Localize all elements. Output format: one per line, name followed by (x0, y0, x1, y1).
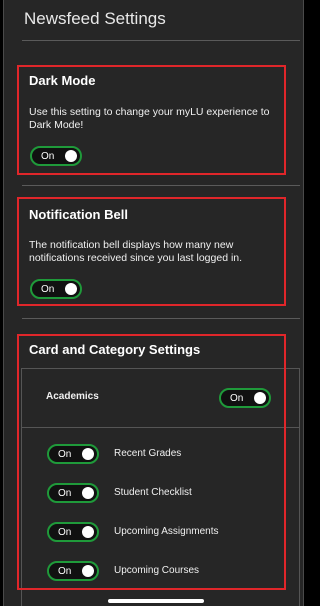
dark-mode-section: Dark Mode Use this setting to change you… (17, 65, 286, 175)
divider (22, 40, 300, 41)
notification-bell-title: Notification Bell (29, 207, 128, 222)
dark-mode-description: Use this setting to change your myLU exp… (29, 106, 270, 131)
notification-bell-toggle[interactable]: On (30, 279, 82, 299)
home-indicator[interactable] (108, 599, 204, 603)
dark-mode-title: Dark Mode (29, 73, 96, 88)
card-category-section: Card and Category Settings (17, 334, 286, 590)
card-category-title: Card and Category Settings (29, 342, 201, 357)
toggle-label: On (41, 284, 55, 295)
toggle-knob (65, 150, 77, 162)
dark-mode-toggle[interactable]: On (30, 146, 82, 166)
newsfeed-settings-screen: Newsfeed Settings Dark Mode Use this set… (3, 0, 304, 606)
page-title: Newsfeed Settings (24, 9, 166, 28)
toggle-knob (65, 283, 77, 295)
notification-bell-description: The notification bell displays how many … (29, 239, 243, 264)
notification-bell-section: Notification Bell The notification bell … (17, 197, 286, 306)
toggle-label: On (41, 151, 55, 162)
divider (22, 318, 300, 319)
divider (22, 185, 300, 186)
